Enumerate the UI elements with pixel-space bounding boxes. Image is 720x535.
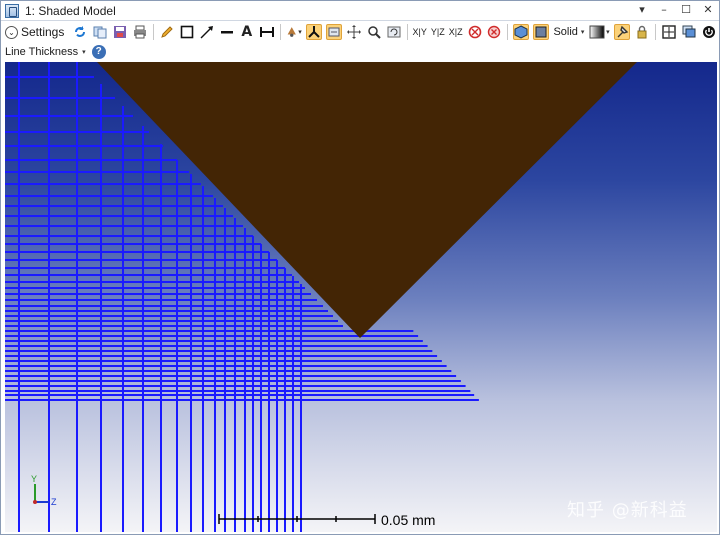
text-tool-icon[interactable]: A [239, 24, 255, 40]
arrow-line-icon[interactable] [199, 24, 215, 40]
axes-icon[interactable] [305, 24, 322, 40]
secondary-toolbar: Line Thickness ▾ ? [1, 42, 719, 62]
window-menu-button[interactable]: ▾ [635, 3, 649, 17]
solid-mode-icon[interactable] [533, 24, 550, 40]
app-window: 1: Shaded Model ▾ – ☐ ✕ ⌄ Settings A ▾ X [0, 0, 720, 535]
settings-label: Settings [21, 25, 65, 39]
fit-window-icon[interactable] [661, 24, 677, 40]
minimize-button[interactable]: – [657, 3, 671, 17]
shaded-mode-icon[interactable] [513, 24, 530, 40]
settings-button[interactable]: ⌄ Settings [5, 25, 64, 39]
pencil-icon[interactable] [159, 24, 175, 40]
refresh-icon[interactable] [72, 24, 88, 40]
lock-icon[interactable] [634, 24, 650, 40]
watermark: 知乎 @新科益 [567, 500, 688, 521]
rectangle-icon[interactable] [179, 24, 195, 40]
main-toolbar: ⌄ Settings A ▾ X|Y Y|Z X|Z Solid ▾ ▾ [1, 22, 719, 42]
rotate-red-icon[interactable] [467, 24, 483, 40]
line-thickness-dropdown[interactable]: Line Thickness ▾ [5, 46, 86, 58]
render-mode-value: Solid [553, 26, 578, 38]
line-thickness-label: Line Thickness [5, 46, 79, 58]
line-icon[interactable] [219, 24, 235, 40]
pin-icon[interactable] [614, 24, 631, 40]
window-controls: ▾ – ☐ ✕ [635, 3, 715, 17]
dimension-icon[interactable] [259, 24, 275, 40]
view-yz-button[interactable]: Y|Z [431, 27, 445, 37]
toolbar-divider [655, 24, 657, 40]
3d-viewport[interactable]: 0.05 mm Y Z 知乎 @新科益 [5, 62, 717, 532]
window-title: 1: Shaded Model [25, 3, 116, 18]
title-bar: 1: Shaded Model ▾ – ☐ ✕ [1, 1, 719, 21]
power-icon[interactable] [701, 24, 717, 40]
maximize-button[interactable]: ☐ [679, 3, 693, 17]
reset-view-icon[interactable] [386, 24, 402, 40]
save-icon[interactable] [112, 24, 128, 40]
view-cube-icon[interactable] [325, 24, 342, 40]
view-xz-button[interactable]: X|Z [449, 27, 463, 37]
chevron-down-icon: ▾ [580, 29, 585, 36]
cancel-icon[interactable] [487, 24, 503, 40]
model-canvas [5, 62, 637, 532]
chevron-down-icon: ▾ [82, 49, 86, 56]
zoom-icon[interactable] [366, 24, 382, 40]
copy-icon[interactable] [92, 24, 108, 40]
toolbar-divider [406, 24, 408, 40]
gradient-icon[interactable]: ▾ [588, 24, 610, 40]
close-button[interactable]: ✕ [701, 3, 715, 17]
scale-bar [218, 514, 376, 524]
windows-icon[interactable] [681, 24, 697, 40]
pan-icon[interactable] [346, 24, 362, 40]
chevron-down-icon: ⌄ [5, 25, 18, 39]
render-mode-dropdown[interactable]: Solid ▾ [553, 26, 584, 38]
triad-z-label: Z [51, 497, 57, 507]
triad-y-label: Y [31, 474, 37, 484]
toolbar-divider [279, 24, 281, 40]
toolbar-divider [153, 24, 155, 40]
view-xy-button[interactable]: X|Y [413, 27, 427, 37]
help-icon[interactable]: ? [91, 45, 106, 59]
scale-bar-label: 0.05 mm [381, 512, 436, 528]
toolbar-divider [507, 24, 509, 40]
print-icon[interactable] [132, 24, 148, 40]
light-icon[interactable]: ▾ [286, 24, 302, 40]
app-icon [5, 3, 19, 18]
axis-triad-icon: Y Z [31, 474, 57, 507]
